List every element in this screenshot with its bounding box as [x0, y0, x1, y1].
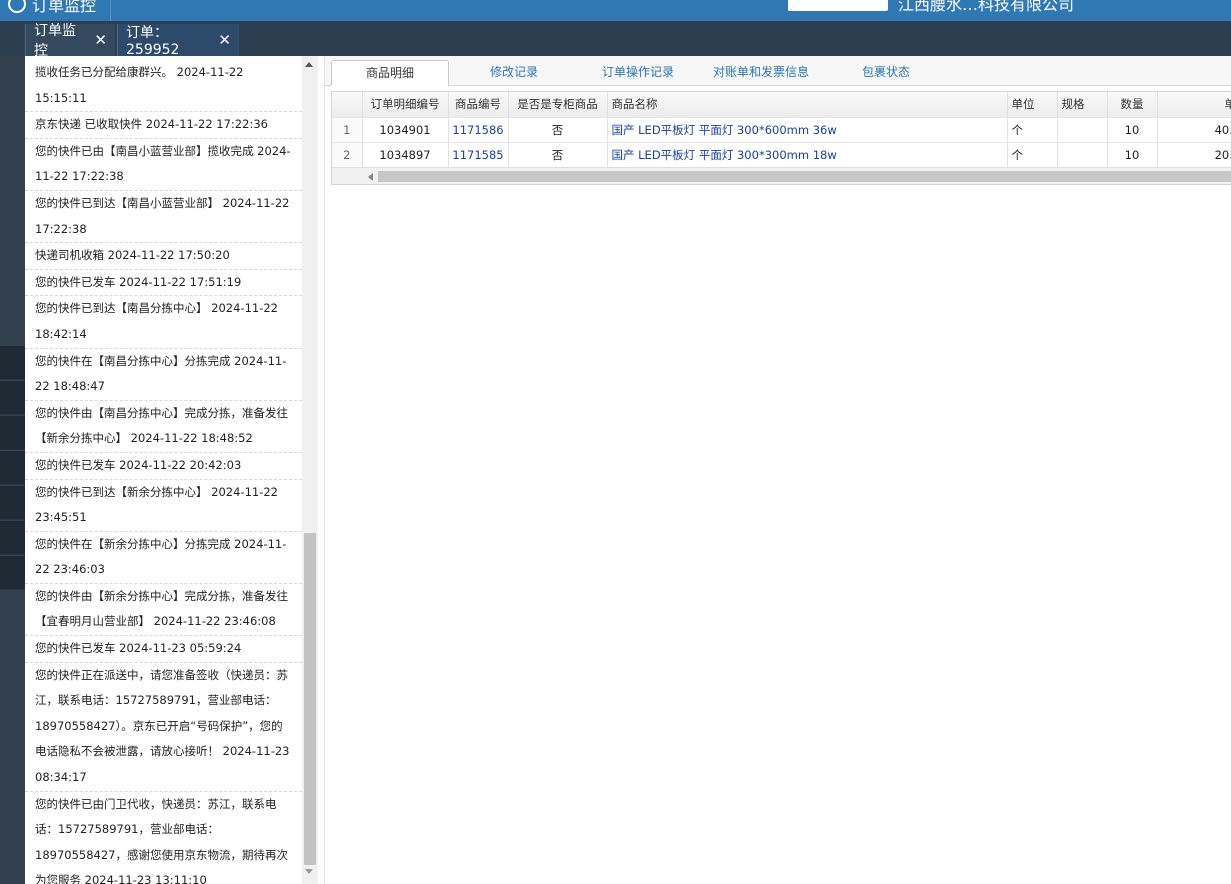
cell-product-id[interactable]: 1171585 [448, 142, 509, 168]
cell-product-id[interactable]: 1171586 [448, 117, 509, 143]
col-header-product-name[interactable]: 商品名称 [607, 92, 1008, 118]
tab-order-detail[interactable]: 订单：259952 ✕ [117, 24, 239, 58]
cell-spec [1057, 142, 1108, 168]
col-header-quantity[interactable]: 数量 [1107, 92, 1158, 118]
log-entry: 您的快件在【南昌分拣中心】分拣完成 2024-11-22 18:48:47 [25, 349, 302, 401]
tab-package-status[interactable]: 包裹状态 [829, 60, 943, 86]
row-index: 2 [332, 142, 363, 168]
sidebar [0, 56, 25, 884]
sidebar-item[interactable] [0, 556, 25, 590]
header-divider [110, 0, 111, 21]
table-header-row: 订单明细编号 商品编号 是否是专柜商品 商品名称 单位 规格 数量 单价 [332, 92, 1231, 118]
tab-statement-invoice[interactable]: 对账单和发票信息 [699, 60, 823, 86]
sidebar-item[interactable] [0, 486, 25, 520]
row-index: 1 [332, 117, 363, 143]
scroll-up-icon[interactable] [305, 62, 313, 67]
table-row[interactable]: 2 1034897 1171585 否 国产 LED平板灯 平面灯 300*30… [332, 142, 1231, 168]
order-detail-content: 商品明细 修改记录 订单操作记录 对账单和发票信息 包裹状态 订单明细编号 商品… [324, 56, 1231, 884]
col-header-detail-id[interactable]: 订单明细编号 [362, 92, 449, 118]
tab-order-monitor[interactable]: 订单监控 ✕ [25, 23, 115, 59]
app-logo: 订单监控 [8, 0, 96, 16]
col-header-product-id[interactable]: 商品编号 [448, 92, 509, 118]
log-scrollbar[interactable] [302, 56, 318, 884]
tab-modify-log[interactable]: 修改记录 [455, 60, 573, 86]
tab-bar: 订单监控 ✕ 订单：259952 ✕ [0, 21, 1231, 59]
cell-product-name[interactable]: 国产 LED平板灯 平面灯 300*300mm 18w [607, 142, 1008, 168]
log-entry: 揽收任务已分配给康群兴。 2024-11-22 15:15:11 [25, 60, 302, 113]
sidebar-item[interactable] [0, 381, 25, 415]
col-header-spec[interactable]: 规格 [1057, 92, 1108, 118]
scroll-thumb[interactable] [304, 533, 316, 865]
col-header-index [332, 92, 363, 118]
cell-detail-id: 1034901 [362, 117, 449, 143]
col-header-unit-price[interactable]: 单价 [1157, 92, 1231, 118]
cell-unit: 个 [1007, 117, 1058, 143]
log-entry: 您的快件已发车 2024-11-23 05:59:24 [25, 636, 302, 663]
cell-detail-id: 1034897 [362, 142, 449, 168]
tab-order-operation-log[interactable]: 订单操作记录 [579, 60, 697, 86]
close-icon[interactable]: ✕ [218, 31, 231, 49]
scroll-left-icon[interactable] [368, 173, 373, 181]
cell-quantity: 10 [1107, 117, 1158, 143]
log-entry: 您的快件由【南昌分拣中心】完成分拣，准备发往【新余分拣中心】 2024-11-2… [25, 401, 302, 453]
sidebar-item[interactable] [0, 346, 25, 380]
log-entry: 您的快件已到达【新余分拣中心】 2024-11-22 23:45:51 [25, 480, 302, 532]
detail-tabs: 商品明细 修改记录 订单操作记录 对账单和发票信息 包裹状态 [325, 56, 1231, 86]
app-title: 订单监控 [32, 0, 97, 15]
scroll-thumb[interactable] [378, 171, 1231, 182]
sidebar-item[interactable] [0, 521, 25, 555]
product-table: 订单明细编号 商品编号 是否是专柜商品 商品名称 单位 规格 数量 单价 1 1… [332, 92, 1231, 168]
col-header-unit[interactable]: 单位 [1007, 92, 1058, 118]
log-entry: 京东快递 已收取快件 2024-11-22 17:22:36 [25, 112, 302, 139]
log-entry: 您的快件已到达【南昌分拣中心】 2024-11-22 18:42:14 [25, 296, 302, 349]
tab-label: 订单：259952 [126, 25, 180, 58]
col-header-counter[interactable]: 是否是专柜商品 [508, 92, 608, 118]
tracking-log-panel: 揽收任务已分配给康群兴。 2024-11-22 15:15:11 京东快递 已收… [25, 56, 318, 884]
company-name: 江西腰水…科技有限公司 [898, 0, 1075, 14]
cell-counter: 否 [508, 117, 608, 143]
top-header: 订单监控 江西腰水…科技有限公司 [0, 0, 1231, 21]
log-entry: 您的快件已发车 2024-11-22 20:42:03 [25, 453, 302, 480]
log-entry: 您的快件已发车 2024-11-22 17:51:19 [25, 270, 302, 297]
tracking-log-list: 揽收任务已分配给康群兴。 2024-11-22 15:15:11 京东快递 已收… [25, 60, 302, 884]
product-grid: 订单明细编号 商品编号 是否是专柜商品 商品名称 单位 规格 数量 单价 1 1… [331, 91, 1231, 185]
logo-icon [8, 0, 26, 13]
cell-unit-price: 40.42 [1157, 117, 1231, 143]
cell-quantity: 10 [1107, 142, 1158, 168]
table-row[interactable]: 1 1034901 1171586 否 国产 LED平板灯 平面灯 300*60… [332, 117, 1231, 143]
cell-unit: 个 [1007, 142, 1058, 168]
cell-unit-price: 20.31 [1157, 142, 1231, 168]
sidebar-item[interactable] [0, 416, 25, 450]
log-entry: 快递司机收箱 2024-11-22 17:50:20 [25, 243, 302, 270]
log-entry: 您的快件已由门卫代收，快递员：苏江，联系电话：15727589791，营业部电话… [25, 792, 302, 884]
log-entry: 您的快件在【新余分拣中心】分拣完成 2024-11-22 23:46:03 [25, 532, 302, 584]
tab-product-detail[interactable]: 商品明细 [331, 60, 449, 86]
log-entry: 您的快件已由【南昌小蓝营业部】揽收完成 2024-11-22 17:22:38 [25, 139, 302, 191]
header-button[interactable] [788, 0, 888, 11]
scroll-down-icon[interactable] [305, 869, 313, 874]
close-icon[interactable]: ✕ [94, 31, 107, 49]
sidebar-item[interactable] [0, 451, 25, 485]
cell-product-name[interactable]: 国产 LED平板灯 平面灯 300*600mm 36w [607, 117, 1008, 143]
grid-horizontal-scrollbar[interactable] [332, 167, 1231, 184]
tab-label: 订单监控 [34, 23, 76, 59]
log-entry: 您的快件正在派送中，请您准备签收（快递员：苏江，联系电话：15727589791… [25, 663, 302, 792]
cell-counter: 否 [508, 142, 608, 168]
log-entry: 您的快件已到达【南昌小蓝营业部】 2024-11-22 17:22:38 [25, 191, 302, 244]
cell-spec [1057, 117, 1108, 143]
log-entry: 您的快件由【新余分拣中心】完成分拣，准备发往【宜春明月山营业部】 2024-11… [25, 584, 302, 637]
